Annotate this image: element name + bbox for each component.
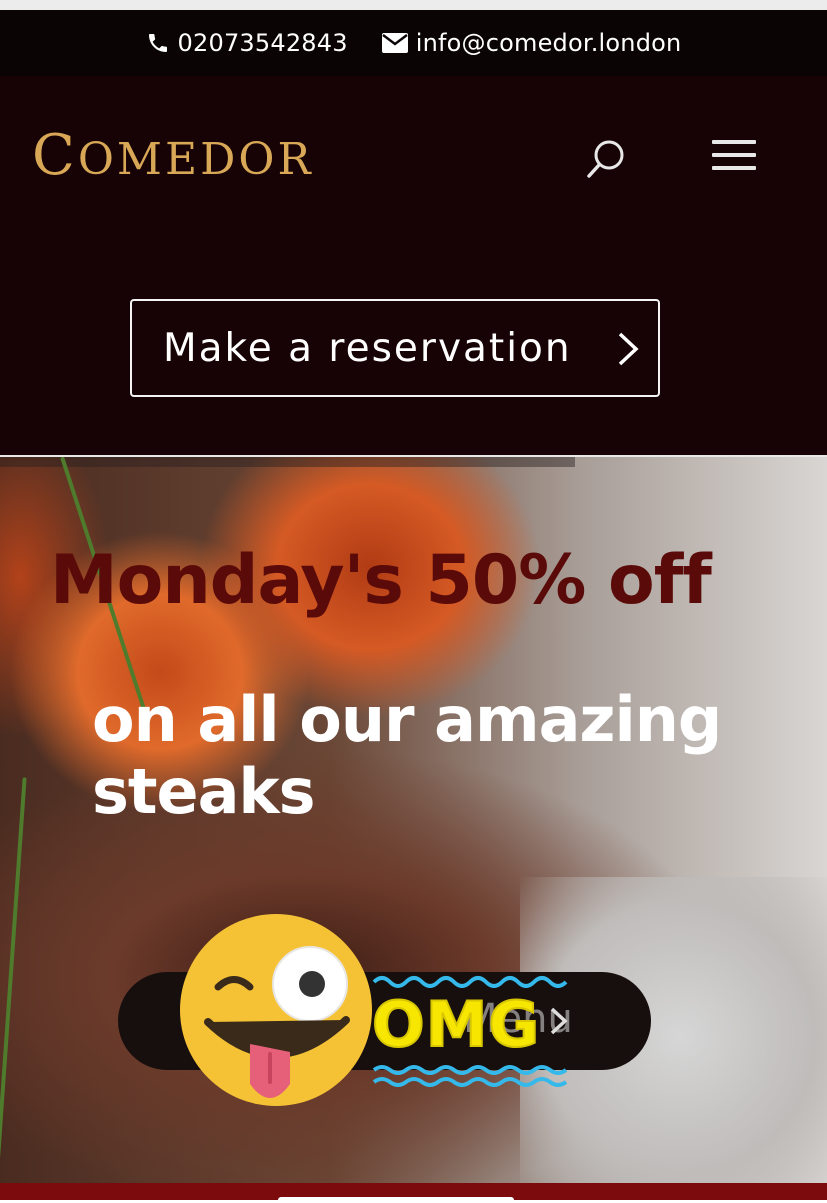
phone-number: 02073542843 [177, 29, 348, 57]
mail-icon [381, 33, 408, 53]
omg-text: OMG [371, 988, 541, 1061]
winking-tongue-emoji [180, 914, 372, 1106]
footer-bar [0, 1183, 827, 1203]
phone-link[interactable]: 02073542843 [146, 29, 348, 57]
contact-bar: 02073542843 info@comedor.london [0, 10, 827, 76]
promo-subline: on all our amazing steaks [92, 683, 722, 828]
search-button[interactable] [585, 137, 629, 181]
menu-toggle[interactable] [712, 140, 756, 174]
logo-rest: OMEDOR [77, 134, 314, 185]
phone-icon [148, 34, 167, 52]
hamburger-icon [712, 140, 756, 170]
status-strip [0, 0, 827, 10]
email-address: info@comedor.london [415, 29, 682, 57]
site-logo[interactable]: COMEDOR [32, 128, 314, 184]
logo-initial: C [32, 123, 78, 188]
make-reservation-button[interactable]: Make a reservation [130, 299, 660, 397]
hero-top-shade [0, 457, 575, 467]
email-link[interactable]: info@comedor.london [381, 29, 682, 57]
wave-decoration-bottom [372, 1065, 568, 1087]
footer-tab [278, 1197, 514, 1203]
herb-stem [0, 777, 27, 1183]
reservation-label: Make a reservation [163, 325, 572, 371]
search-icon [587, 140, 624, 178]
chevron-right-icon [618, 332, 639, 366]
promo-headline: Monday's 50% off [50, 541, 712, 620]
omg-sticker: OMG [371, 972, 568, 1092]
